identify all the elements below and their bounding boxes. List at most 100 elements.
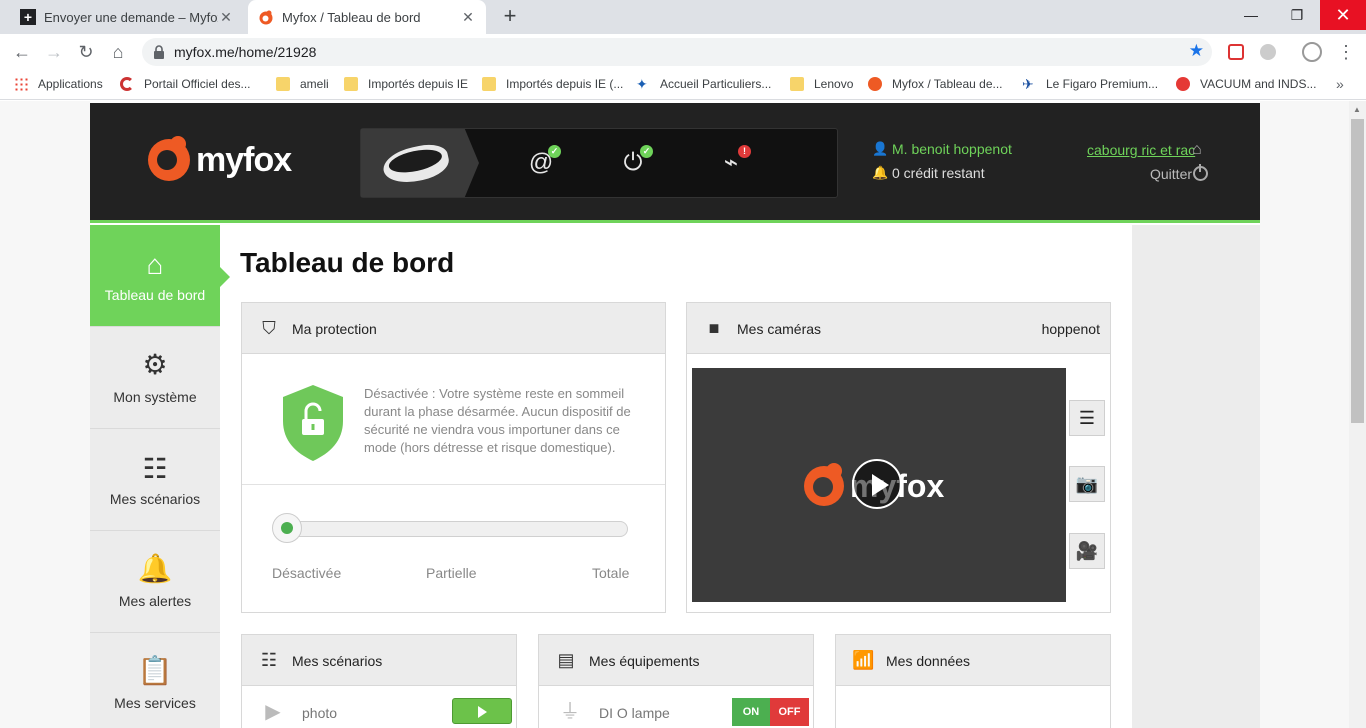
network-icon[interactable]: @ ✓ [525,145,561,179]
bar-chart-icon: 📶 [852,650,875,670]
browser-tab[interactable]: + Envoyer une demande – Myfox ✕ [8,0,244,34]
off-button[interactable]: OFF [770,698,809,726]
device-box[interactable] [361,129,479,197]
level-label-off[interactable]: Désactivée [272,565,341,581]
bookmark-item[interactable]: Applications [14,77,103,91]
run-scenario-button[interactable] [452,698,512,724]
site-icon [1176,77,1190,91]
sidebar-item-system[interactable]: ⚙ Mon système [90,327,220,429]
scrollbar-thumb[interactable] [1351,119,1364,423]
clipboard-icon: 📋 [137,655,173,686]
bookmarks-bar: Applications Portail Officiel des... ame… [0,70,1366,100]
sidebar-item-label: Tableau de bord [104,287,206,303]
bookmark-item[interactable]: Myfox / Tableau de... [868,77,1003,91]
home-icon: ⌂ [146,249,164,280]
sidebar-item-scenarios[interactable]: ☷ Mes scénarios [90,429,220,531]
scenario-label: photo [302,705,338,721]
check-badge-icon: ✓ [640,145,653,158]
right-column [1132,225,1260,728]
profile-avatar-icon[interactable] [1302,42,1322,62]
bookmark-label: Importés depuis IE [368,77,469,91]
folder-icon [276,77,290,91]
forward-arrow-icon[interactable]: → [42,40,66,64]
scenarios-icon: ☷ [260,650,278,670]
close-tab-icon[interactable]: ✕ [460,9,476,26]
home-icon[interactable]: ⌂ [106,40,130,64]
bookmarks-overflow-icon[interactable]: » [1336,76,1344,92]
scenarios-panel: ☷ Mes scénarios ▶ photo [241,634,517,728]
page-scrollbar[interactable]: ▲ [1349,101,1366,728]
panel-header: ☷ Mes scénarios [242,635,516,686]
equipment-label: DI O lampe [599,705,670,721]
user-info[interactable]: 👤 M. benoit hoppenot [872,141,1012,157]
home-icon[interactable]: ⌂ [1192,141,1202,159]
video-record-icon[interactable]: 🎥 [1069,533,1105,569]
panel-title: Ma protection [292,321,377,337]
scroll-up-icon[interactable]: ▲ [1353,105,1361,114]
lock-icon [154,45,164,59]
video-camera-icon: ■ [708,318,720,338]
play-button[interactable] [852,459,902,509]
panel-header: ■ Mes caméras hoppenot [687,303,1110,354]
equipment-panel: ▤ Mes équipements ⏚ DI O lampe ON OFF [538,634,814,728]
bookmark-item[interactable]: Portail Officiel des... [120,77,251,91]
user-icon: 👤 [872,141,889,156]
myfox-icon [868,77,882,91]
video-clip-icon: ▶ [265,701,281,723]
browser-menu-icon[interactable]: ⋮ [1334,40,1358,64]
address-bar[interactable]: myfox.me/home/21928 ★ [142,38,1212,66]
bookmark-item[interactable]: Importés depuis IE [344,77,468,91]
myfox-favicon-icon [258,9,274,25]
credit-text: 0 crédit restant [892,165,985,181]
extension-icon[interactable] [1260,44,1276,60]
sidebar-item-dashboard[interactable]: ⌂ Tableau de bord [90,225,230,327]
sidebar-item-label: Mes services [114,695,196,711]
quit-button[interactable]: Quitter [1150,166,1192,182]
reload-icon[interactable]: ↻ [74,40,98,64]
restore-window-icon[interactable]: ❐ [1274,0,1320,30]
alarm-monitor-icon[interactable]: ⌁! [715,145,751,179]
power-icon[interactable]: ⏻ ✓ [617,145,653,179]
camera-name[interactable]: hoppenot [1042,321,1100,337]
camera-snapshot-icon[interactable]: 📷 [1069,466,1105,502]
on-off-toggle[interactable]: ON OFF [732,698,809,726]
level-label-total[interactable]: Totale [592,565,629,581]
bookmark-star-icon[interactable]: ★ [1189,41,1204,61]
bookmark-item[interactable]: VACUUM and INDS... [1176,77,1316,91]
close-window-icon[interactable]: ✕ [1320,0,1366,30]
logo-text: myfox [196,140,292,179]
slider-handle[interactable] [272,513,302,543]
extension-icon[interactable] [1228,44,1244,60]
on-button[interactable]: ON [732,698,770,726]
protection-slider[interactable] [278,521,628,537]
close-tab-icon[interactable]: ✕ [218,9,234,26]
device-status-strip: @ ✓ ⏻ ✓ ⌁! [360,128,838,198]
site-icon: ✦ [636,76,648,92]
browser-tab-active[interactable]: Myfox / Tableau de bord ✕ [248,0,486,34]
bookmark-item[interactable]: Lenovo [790,77,853,91]
sidebar-item-label: Mon système [113,389,197,405]
check-badge-icon: ✓ [548,145,561,158]
panel-title: Mes caméras [737,321,822,337]
bookmark-item[interactable]: ameli [276,77,329,91]
sidebar-item-services[interactable]: 📋 Mes services [90,633,220,728]
bookmark-item[interactable]: ✦ Accueil Particuliers... [636,77,771,91]
bookmark-label: Portail Officiel des... [144,77,251,91]
panel-title: Mes données [886,653,971,669]
sidebar-item-alerts[interactable]: 🔔 Mes alertes [90,531,220,633]
new-tab-button[interactable]: + [498,5,522,29]
bookmark-item[interactable]: ✈ Le Figaro Premium... [1022,77,1158,91]
camera-video[interactable]: myfox [692,368,1066,602]
bookmark-label: Accueil Particuliers... [660,77,772,91]
site-name-link[interactable]: cabourg ric et rac [1087,142,1195,158]
sidebar-item-label: Mes alertes [118,593,192,609]
browser-tab-bar: + Envoyer une demande – Myfox ✕ Myfox / … [0,0,1366,34]
level-label-partial[interactable]: Partielle [426,565,477,581]
bookmark-item[interactable]: Importés depuis IE (... [482,77,623,91]
minimize-window-icon[interactable]: — [1228,0,1274,30]
back-arrow-icon[interactable]: ← [10,40,34,64]
myfox-logo[interactable]: myfox [148,136,292,181]
credit-info: 🔔 0 crédit restant [872,165,985,181]
power-off-icon[interactable] [1193,164,1208,181]
list-icon[interactable]: ☰ [1069,400,1105,436]
